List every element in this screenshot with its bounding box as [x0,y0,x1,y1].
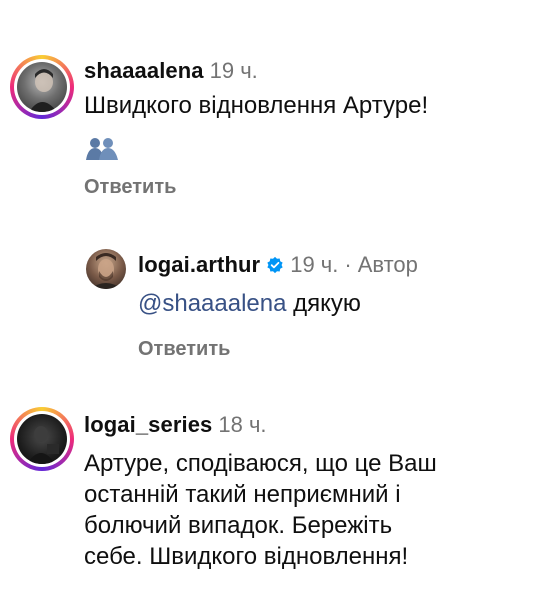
comment-text-line: себе. Швидкого відновлення! [84,543,409,570]
author-label: Автор [357,252,418,277]
separator-dot: · [344,252,352,277]
timestamp: 19 ч. [290,252,339,277]
comment-meta: logai.arthur 19 ч. · Автор [138,252,418,278]
comment-text-line: Артуре, сподіваюся, що це Ваш [84,450,437,477]
username[interactable]: shaaaalena [84,58,204,83]
username[interactable]: logai_series [84,412,212,437]
username[interactable]: logai.arthur [138,252,260,277]
timestamp: 18 ч. [218,412,267,437]
mention-link[interactable]: @shaaaalena [138,290,286,317]
comment-text: Артуре, сподіваюся, що це Ваш останній т… [84,448,437,572]
comment-text-line: останній такий неприємний і [84,481,401,508]
reply-button[interactable]: Ответить [138,338,230,361]
comment-text: @shaaaalena дякую [138,288,361,319]
comment-text: Швидкого відновлення Артуре! [84,92,429,119]
avatar [17,414,67,464]
avatar [17,62,67,112]
avatar[interactable] [86,249,126,289]
comment-meta: logai_series 18 ч. [84,412,267,438]
avatar-story-ring[interactable] [10,407,74,471]
avatar-story-ring[interactable] [10,55,74,119]
reply-button[interactable]: Ответить [84,176,176,199]
comment-text-body: дякую [286,290,361,317]
comment-meta: shaaaalena 19 ч. [84,58,258,84]
timestamp: 19 ч. [209,58,258,83]
hugging-silhouettes-icon [84,136,120,165]
verified-badge-icon [267,256,283,274]
comment-text-line: болючий випадок. Бережіть [84,512,393,539]
